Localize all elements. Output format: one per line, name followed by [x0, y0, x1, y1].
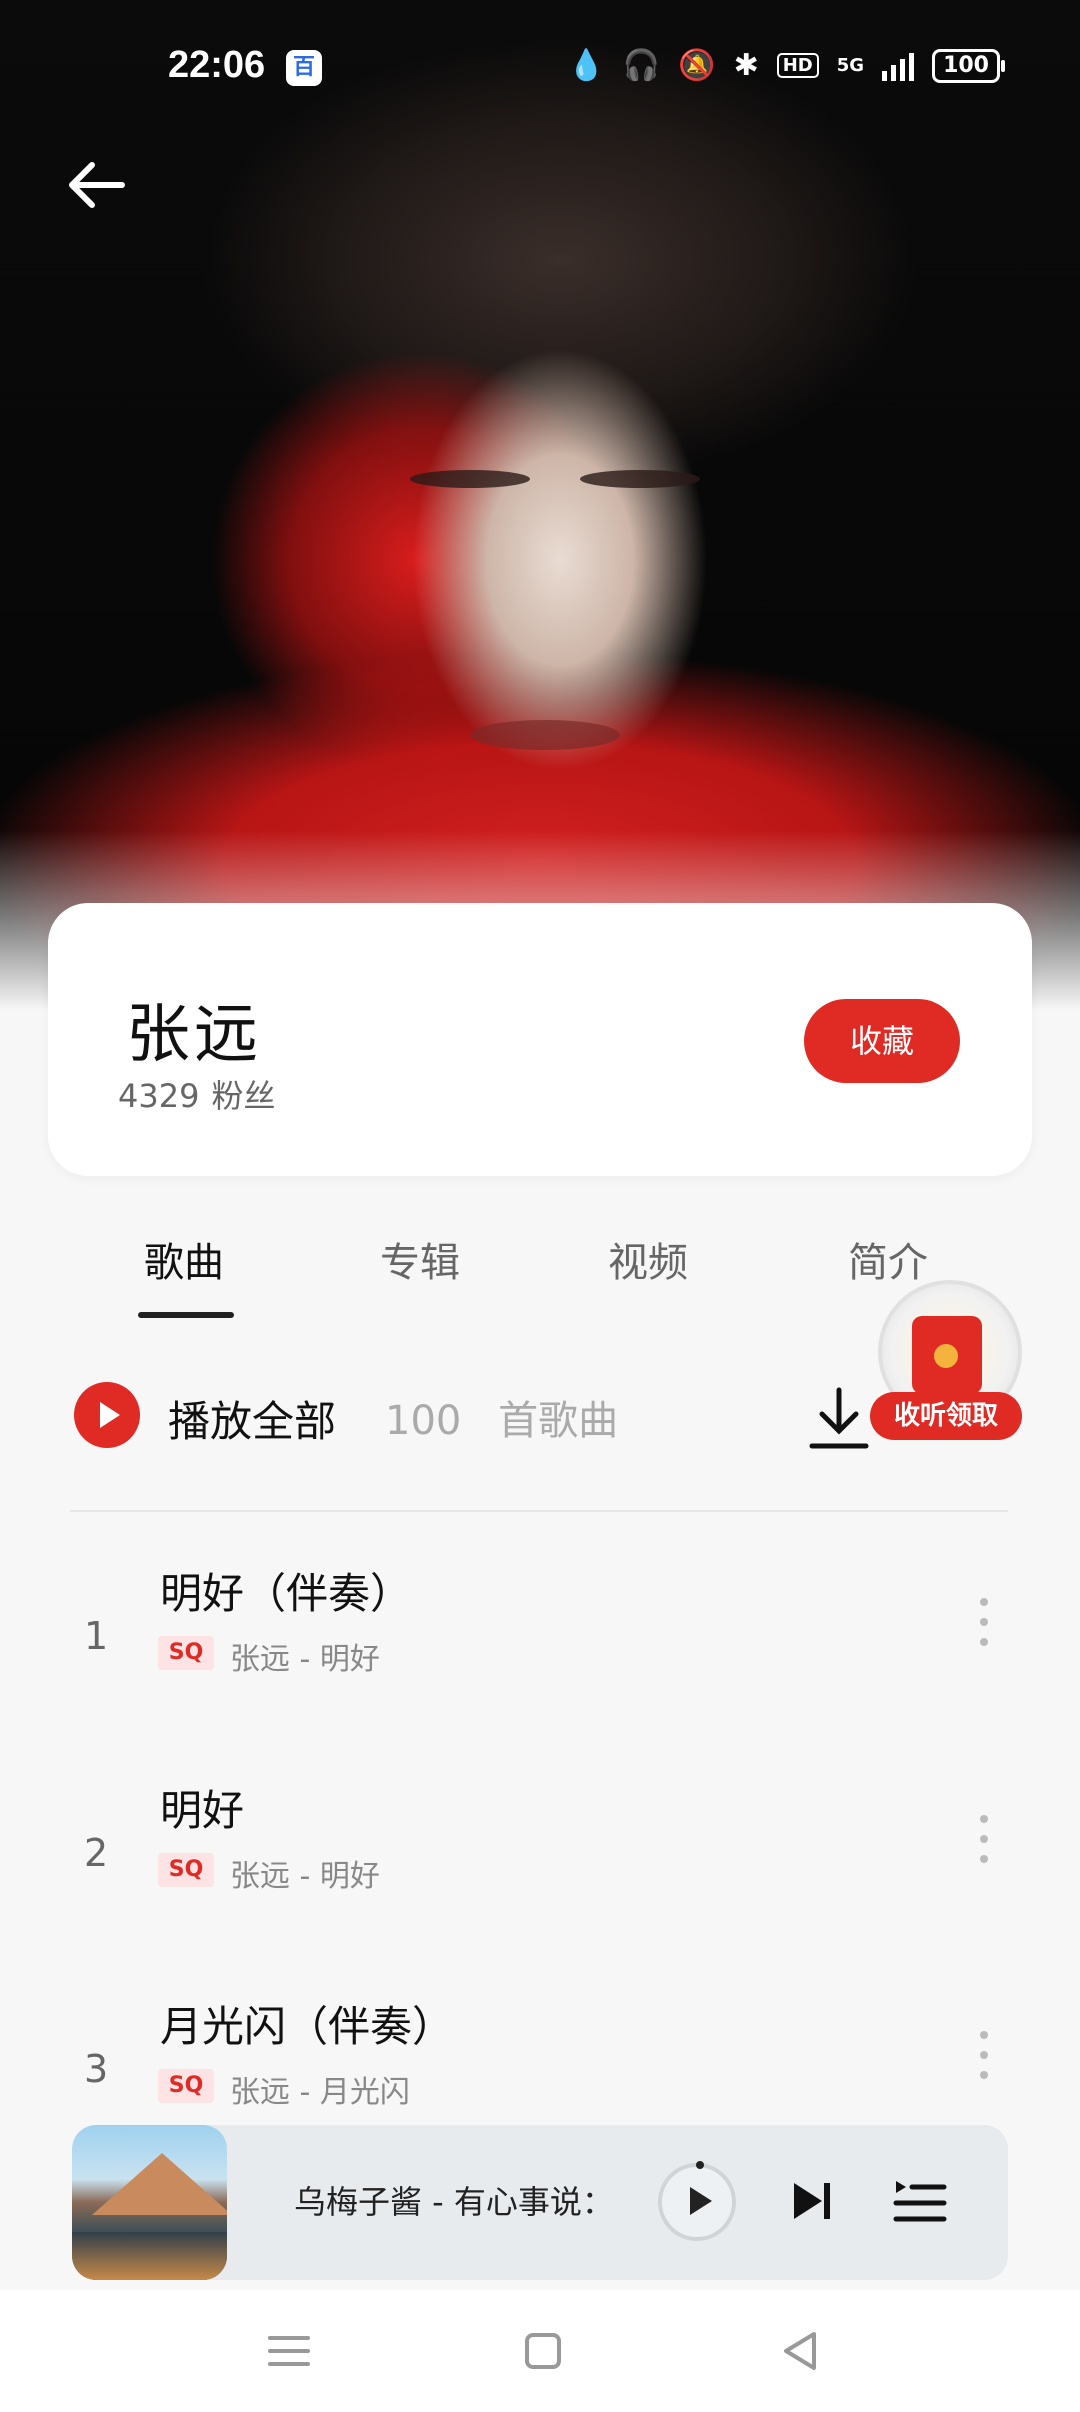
- hero-eye-right: [580, 470, 700, 488]
- song-title[interactable]: 月光闪（伴奏）: [160, 1993, 454, 2054]
- menu-icon[interactable]: [264, 2326, 314, 2376]
- headphones-icon: 🎧: [622, 48, 661, 83]
- favorite-button[interactable]: 收藏: [804, 999, 960, 1083]
- divider: [70, 1510, 1008, 1512]
- now-playing-text[interactable]: 乌梅子酱 - 有心事说：: [294, 2177, 624, 2223]
- album-cover[interactable]: [72, 2125, 227, 2280]
- song-row[interactable]: 1 明好（伴奏） SQ 张远 - 明好: [0, 1560, 1080, 1760]
- more-options-icon[interactable]: [974, 1815, 994, 1875]
- red-packet-label[interactable]: 收听领取: [870, 1392, 1022, 1440]
- song-count-number: 100: [385, 1398, 462, 1444]
- tab-videos[interactable]: 视频: [608, 1230, 688, 1288]
- quality-badge: SQ: [158, 2069, 214, 2103]
- hero-mouth: [470, 720, 620, 750]
- mute-bell-icon: 🔕: [678, 48, 716, 83]
- status-bar: 22:06 百 💧 🎧 🔕 ✱ HD 5G 100: [0, 0, 1080, 140]
- more-options-icon[interactable]: [974, 2031, 994, 2091]
- fans-label: 粉丝: [211, 1077, 276, 1115]
- cover-lake: [72, 2232, 227, 2280]
- battery-icon: 100: [932, 48, 1005, 83]
- song-index: 1: [84, 1614, 109, 1658]
- song-title[interactable]: 明好: [160, 1777, 244, 1838]
- back-nav-icon[interactable]: [776, 2326, 826, 2376]
- baidu-app-icon: 百: [286, 50, 322, 86]
- download-icon[interactable]: [808, 1386, 870, 1452]
- mini-player[interactable]: 乌梅子酱 - 有心事说：: [72, 2125, 1008, 2280]
- system-nav-bar: [0, 2290, 1080, 2412]
- back-arrow-icon[interactable]: [62, 155, 132, 215]
- hd-icon: HD: [776, 53, 819, 78]
- quality-badge: SQ: [158, 1636, 214, 1670]
- play-all-label[interactable]: 播放全部: [168, 1388, 336, 1449]
- status-time: 22:06: [168, 44, 266, 86]
- play-pause-button[interactable]: [658, 2161, 736, 2241]
- artist-name: 张远: [126, 998, 262, 1072]
- tab-albums[interactable]: 专辑: [380, 1230, 460, 1288]
- tab-songs[interactable]: 歌曲: [144, 1230, 224, 1288]
- status-icons: 💧 🎧 🔕 ✱ HD 5G 100: [567, 48, 1005, 83]
- bluetooth-icon: ✱: [733, 48, 759, 83]
- cover-mountain: [92, 2153, 227, 2215]
- red-envelope-icon: [912, 1316, 982, 1394]
- droplet-icon: 💧: [567, 48, 605, 83]
- playlist-queue-icon[interactable]: [892, 2175, 948, 2227]
- play-all-icon[interactable]: [74, 1382, 140, 1448]
- more-options-icon[interactable]: [974, 1598, 994, 1658]
- song-title[interactable]: 明好（伴奏）: [160, 1560, 412, 1621]
- song-subtitle: 张远 - 明好: [230, 1642, 380, 1677]
- red-packet-promo[interactable]: 收听领取: [870, 1280, 1030, 1450]
- home-icon[interactable]: [518, 2326, 568, 2376]
- song-count: 100 首歌曲: [385, 1388, 618, 1446]
- hero-eye-left: [410, 470, 530, 488]
- song-index: 2: [84, 1831, 109, 1875]
- artist-hero-image: [0, 0, 1080, 1010]
- network-type: 5G: [836, 55, 865, 76]
- signal-icon: [882, 51, 915, 81]
- fans-info: 4329 粉丝: [118, 1071, 275, 1117]
- fans-count: 4329: [118, 1077, 200, 1115]
- next-track-icon[interactable]: [790, 2179, 834, 2223]
- song-row[interactable]: 2 明好 SQ 张远 - 明好: [0, 1777, 1080, 1977]
- song-index: 3: [84, 2047, 109, 2091]
- song-count-suffix: 首歌曲: [498, 1398, 619, 1444]
- song-subtitle: 张远 - 明好: [230, 1859, 380, 1894]
- song-subtitle: 张远 - 月光闪: [230, 2075, 410, 2110]
- tab-active-indicator: [138, 1312, 234, 1318]
- artist-card: 张远 4329 粉丝 收藏: [48, 903, 1032, 1176]
- quality-badge: SQ: [158, 1853, 214, 1887]
